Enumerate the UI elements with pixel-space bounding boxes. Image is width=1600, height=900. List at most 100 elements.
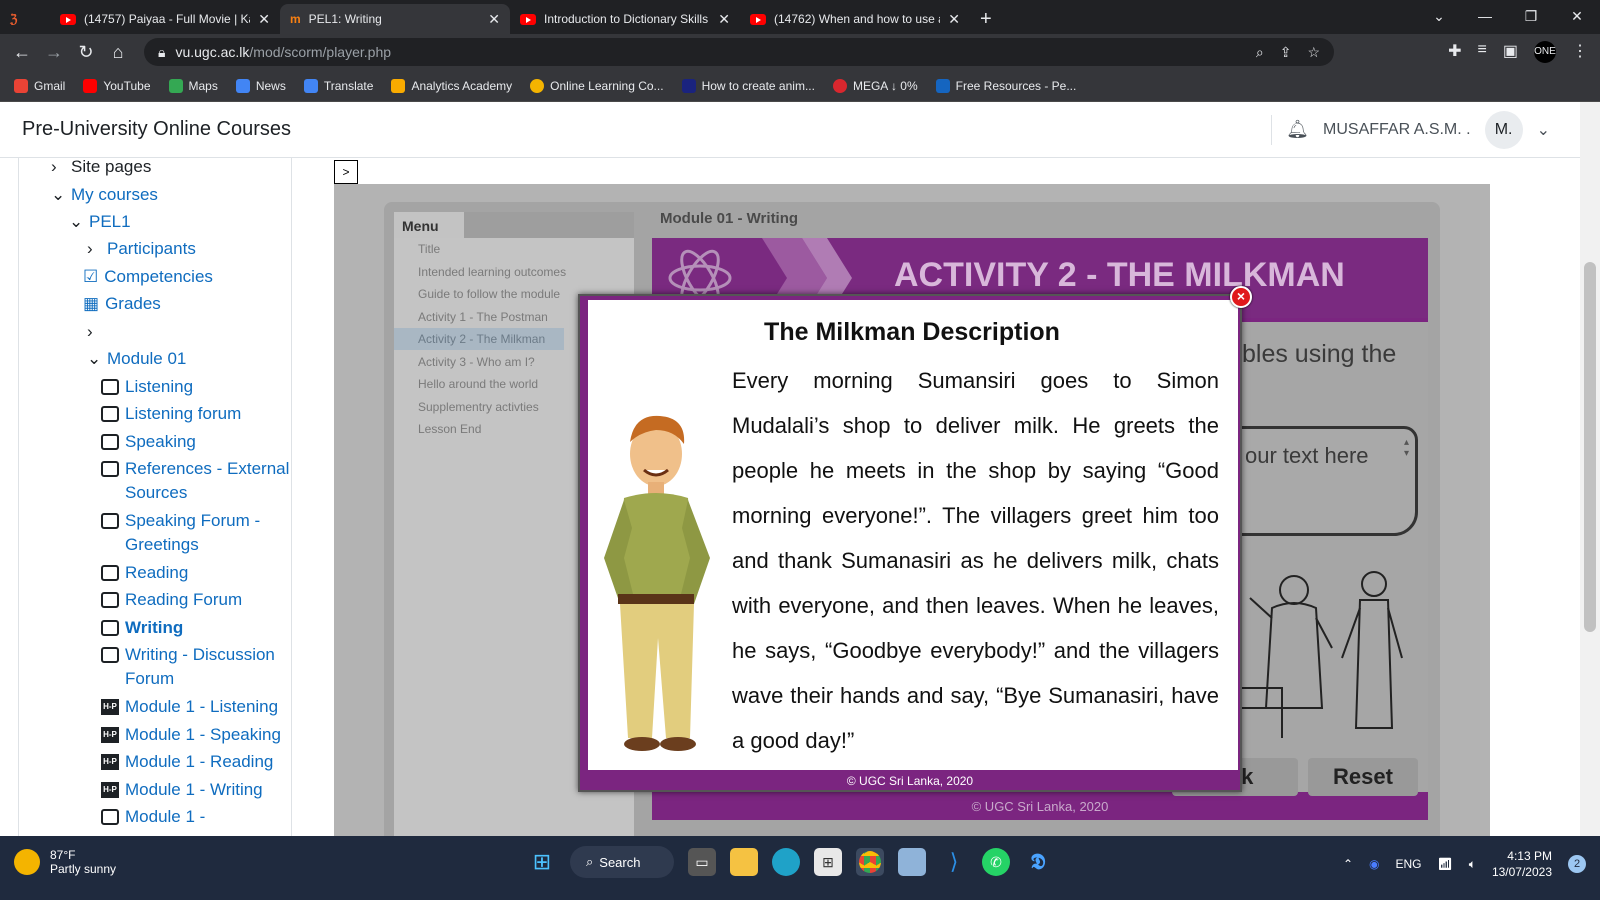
close-tab-icon[interactable]: ✕	[258, 11, 270, 28]
sidebar-item-module-01[interactable]: ⌄ Module 01	[87, 347, 186, 371]
forward-icon[interactable]: →	[38, 42, 70, 63]
store-icon[interactable]: ⊞	[814, 848, 842, 876]
photos-icon[interactable]	[898, 848, 926, 876]
tab-2[interactable]: Introduction to Dictionary Skills - ✕	[510, 4, 740, 34]
close-icon[interactable]: ×	[1230, 286, 1252, 308]
sidebar-item-participants[interactable]: › Participants	[87, 237, 196, 261]
profile-icon[interactable]: ONE	[1534, 41, 1556, 63]
edge-icon[interactable]	[772, 848, 800, 876]
whatsapp-icon[interactable]: ✆	[982, 848, 1010, 876]
sidebar-item-listening-forum[interactable]: Listening forum	[101, 402, 241, 426]
weather-widget[interactable]: 87°F Partly sunny	[14, 848, 116, 876]
wifi-icon[interactable]: 📶︎	[1438, 857, 1453, 871]
sidebar-item-m1-more[interactable]: Module 1 -	[101, 805, 205, 829]
windows-start-icon[interactable]: ⊞	[528, 848, 556, 876]
bookmark-free-resources[interactable]: Free Resources - Pe...	[935, 78, 1076, 93]
page-scrollbar[interactable]	[1580, 102, 1600, 850]
menu-item[interactable]: Lesson End	[418, 422, 481, 436]
media-icon[interactable]: ≡	[1478, 41, 1487, 63]
sidebar-item-listening[interactable]: Listening	[101, 375, 193, 399]
close-tab-icon[interactable]: ✕	[948, 11, 960, 28]
sidebar-item-reading-forum[interactable]: Reading Forum	[101, 588, 242, 612]
bookmark-news[interactable]: News	[235, 78, 286, 93]
bookmark-online-learning[interactable]: Online Learning Co...	[530, 78, 664, 93]
text-entry-box[interactable]: our text here ▴ ▾	[1212, 426, 1418, 536]
tab-0[interactable]: (14757) Paiyaa - Full Movie | Kart ✕	[50, 4, 280, 34]
new-tab-button[interactable]: +	[970, 4, 1010, 34]
sidebar-item-site-pages[interactable]: › Site pages	[51, 158, 151, 179]
sidebar-item-collapsed[interactable]: ›	[87, 320, 107, 344]
bookmark-how-to[interactable]: How to create anim...	[681, 78, 815, 93]
restore-icon[interactable]: ❐	[1508, 8, 1554, 25]
sidebar-item-writing-forum[interactable]: Writing - Discussion Forum	[101, 643, 281, 691]
file-explorer-icon[interactable]	[730, 848, 758, 876]
menu-item[interactable]: Supplementry activties	[418, 400, 539, 414]
reset-button[interactable]: Reset	[1308, 758, 1418, 796]
menu-item[interactable]: Hello around the world	[418, 377, 538, 391]
bookmark-translate[interactable]: Translate	[303, 78, 373, 93]
app-icon[interactable]: 𝕯	[1024, 848, 1052, 876]
notification-badge[interactable]: 2	[1568, 855, 1586, 873]
site-name[interactable]: Pre-University Online Courses	[22, 118, 291, 141]
scrollbar-thumb[interactable]	[1584, 262, 1596, 632]
sidebar-item-m1-writing[interactable]: H-P Module 1 - Writing	[101, 778, 263, 802]
clock[interactable]: 4:13 PM 13/07/2023	[1492, 848, 1552, 880]
bell-icon[interactable]: 🔔︎	[1286, 119, 1309, 140]
spin-icon[interactable]: ▴ ▾	[1404, 437, 1409, 459]
back-icon[interactable]: ←	[6, 42, 38, 63]
sidebar-item-speaking[interactable]: Speaking	[101, 430, 196, 454]
menu-item-active[interactable]: Activity 2 - The Milkman	[394, 328, 564, 350]
menu-kebab-icon[interactable]: ⋮	[1572, 41, 1588, 63]
close-tab-icon[interactable]: ✕	[488, 11, 500, 28]
bookmark-analytics[interactable]: Analytics Academy	[391, 78, 512, 93]
minimize-icon[interactable]: —	[1462, 8, 1508, 24]
share-icon[interactable]: ⇪	[1280, 44, 1292, 61]
sidebar-item-my-courses[interactable]: ⌄ My courses	[51, 183, 158, 207]
avatar[interactable]: M.	[1484, 110, 1523, 149]
reload-icon[interactable]: ↻	[70, 42, 102, 63]
zoom-icon[interactable]: ⌕	[1256, 44, 1264, 61]
close-window-icon[interactable]: ✕	[1554, 8, 1600, 25]
language-indicator[interactable]: ENG	[1395, 857, 1421, 871]
bookmark-mega[interactable]: MEGA ↓ 0%	[832, 78, 918, 93]
chevron-down-icon[interactable]: ⌄	[1537, 120, 1550, 140]
sidebar-item-speaking-forum[interactable]: Speaking Forum - Greetings	[101, 509, 271, 557]
close-tab-icon[interactable]: ✕	[718, 11, 730, 28]
sidebar-item-grades[interactable]: ▦ Grades	[83, 292, 161, 316]
home-icon[interactable]: ⌂	[102, 42, 134, 63]
sidebar-item-references[interactable]: References - External Sources	[101, 457, 291, 505]
bookmark-maps[interactable]: Maps	[168, 78, 218, 93]
bookmark-youtube[interactable]: YouTube	[83, 78, 151, 93]
menu-item[interactable]: Title	[418, 242, 440, 256]
sidebar-item-pel1[interactable]: ⌄ PEL1	[69, 210, 131, 234]
bookmark-gmail[interactable]: Gmail	[14, 78, 65, 93]
user-name[interactable]: MUSAFFAR A.S.M. .	[1323, 121, 1471, 139]
extensions-icon[interactable]: ✚	[1448, 41, 1461, 63]
menu-item[interactable]: Activity 1 - The Postman	[418, 310, 548, 324]
sidebar-item-writing[interactable]: Writing	[101, 616, 183, 640]
chrome-icon[interactable]	[856, 848, 884, 876]
star-icon[interactable]: ☆	[1307, 44, 1320, 61]
task-view-icon[interactable]: ▭	[688, 848, 716, 876]
sidebar-item-reading[interactable]: Reading	[101, 561, 188, 585]
sidebar-item-m1-listening[interactable]: H-P Module 1 - Listening	[101, 695, 278, 719]
tray-chevron-icon[interactable]: ⌃	[1343, 857, 1353, 871]
menu-item[interactable]: Intended learning outcomes	[418, 265, 566, 279]
sidebar-item-m1-reading[interactable]: H-P Module 1 - Reading	[101, 750, 273, 774]
sidebar-item-competencies[interactable]: ☑ Competencies	[83, 265, 213, 289]
menu-item[interactable]: Activity 3 - Who am I?	[418, 355, 535, 369]
sidebar-item-label: Participants	[107, 239, 196, 258]
tab-extra[interactable]: ℨ	[0, 4, 50, 34]
url-field[interactable]: 🔒︎ vu.ugc.ac.lk/mod/scorm/player.php ⌕ ⇪…	[144, 38, 1334, 66]
vscode-icon[interactable]: ⟩	[940, 848, 968, 876]
sidebar-item-m1-speaking[interactable]: H-P Module 1 - Speaking	[101, 723, 281, 747]
tab-1[interactable]: m PEL1: Writing ✕	[280, 4, 510, 34]
tab-search-icon[interactable]: ⌄	[1416, 8, 1462, 25]
volume-icon[interactable]: 🔈︎	[1469, 857, 1476, 872]
sidepanel-icon[interactable]: ▣	[1503, 41, 1518, 63]
toc-toggle-button[interactable]: >	[334, 160, 358, 184]
tab-3[interactable]: (14762) When and how to use a c ✕	[740, 4, 970, 34]
vpn-icon[interactable]: ◉	[1369, 857, 1379, 871]
menu-item[interactable]: Guide to follow the module	[418, 287, 560, 301]
taskbar-search[interactable]: ⌕ Search	[570, 846, 674, 878]
